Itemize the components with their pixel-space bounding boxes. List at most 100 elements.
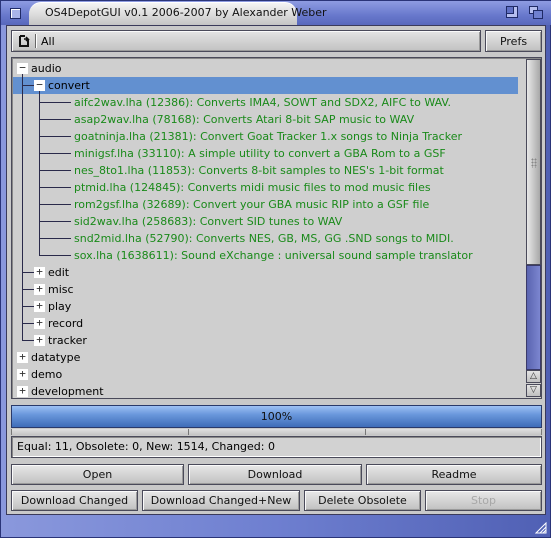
prefs-button[interactable]: Prefs <box>485 30 542 52</box>
tree-item-label: rom2gsf.lha (32689): Convert your GBA mu… <box>74 198 430 211</box>
tree-item-file[interactable]: goatninja.lha (21381): Convert Goat Trac… <box>13 128 518 145</box>
tree-item-label: edit <box>48 266 70 279</box>
scrollbar-knob[interactable] <box>526 59 541 265</box>
tree-connector <box>39 91 40 255</box>
tree-item-folder[interactable]: + edit <box>13 264 518 281</box>
window-title: OS4DepotGUI v0.1 2006-2007 by Alexander … <box>45 6 327 19</box>
scroll-up-arrow-icon[interactable]: △ <box>526 370 541 383</box>
tree-item-label: record <box>48 317 84 330</box>
cycle-icon <box>19 35 30 47</box>
tree-item-folder[interactable]: + demo <box>13 366 518 383</box>
tree-item-label: nes_8to1.lha (11853): Converts 8-bit sam… <box>74 164 444 177</box>
tree-item-folder[interactable]: + record <box>13 315 518 332</box>
tree-item-folder[interactable]: − convert <box>13 77 518 94</box>
tree-item-folder[interactable]: − audio <box>13 60 518 77</box>
tree-item-label: tracker <box>48 334 87 347</box>
tree-item-label: play <box>48 300 72 313</box>
depth-icon[interactable] <box>529 6 544 20</box>
open-button[interactable]: Open <box>11 464 184 485</box>
tree-item-label: aifc2wav.lha (12386): Converts IMA4, SOW… <box>74 96 452 109</box>
tree-connector <box>22 340 34 341</box>
app-window: OS4DepotGUI v0.1 2006-2007 by Alexander … <box>0 0 551 538</box>
tree-item-label: goatninja.lha (21381): Convert Goat Trac… <box>74 130 462 143</box>
category-cycle[interactable]: All <box>11 30 481 52</box>
tree-item-file[interactable]: minigsf.lha (33110): A simple utility to… <box>13 145 518 162</box>
tree-connector <box>39 136 71 137</box>
zoom-icon[interactable] <box>506 6 518 18</box>
progress-bar: 100% <box>11 405 542 428</box>
collapse-icon[interactable]: − <box>17 62 28 74</box>
scrollbar-track[interactable] <box>526 265 541 370</box>
tree-item-folder[interactable]: + datatype <box>13 349 518 366</box>
tree-item-folder[interactable]: + misc <box>13 281 518 298</box>
tree-connector <box>39 204 71 205</box>
cycle-separator <box>35 34 36 48</box>
progress-label: 100% <box>260 410 293 423</box>
tree-item-label: development <box>31 385 104 397</box>
tree-connector <box>22 272 34 273</box>
tree-item-file[interactable]: sid2wav.lha (258683): Convert SID tunes … <box>13 213 518 230</box>
grip-icon <box>531 158 537 168</box>
expand-icon[interactable]: + <box>17 368 28 380</box>
package-tree[interactable]: − audio − convert aifc2wav.lha (12386): Conv… <box>11 57 542 399</box>
tree-connector <box>39 238 71 239</box>
tree-connector <box>22 74 23 340</box>
scroll-down-arrow-icon[interactable]: ▽ <box>526 384 541 397</box>
resize-grip-icon[interactable] <box>535 522 547 534</box>
tree-connector <box>22 289 34 290</box>
tree-connector <box>39 221 71 222</box>
vertical-scrollbar[interactable]: △ ▽ <box>526 59 541 397</box>
tree-connector <box>39 102 71 103</box>
tree-connector <box>39 153 71 154</box>
tree-item-label: sid2wav.lha (258683): Convert SID tunes … <box>74 215 343 228</box>
expand-icon[interactable]: + <box>17 385 28 397</box>
tree-item-file[interactable]: ptmid.lha (124845): Converts midi music … <box>13 179 518 196</box>
expand-icon[interactable]: + <box>34 283 45 295</box>
tree-view[interactable]: − audio − convert aifc2wav.lha (12386): Conv… <box>13 59 525 397</box>
tree-item-file[interactable]: sox.lha (1638611): Sound eXchange : univ… <box>13 247 518 264</box>
main-panel: All Prefs − audio − convert aifc2wav.lha (12… <box>6 25 546 515</box>
download-changed-new-button[interactable]: Download Changed+New <box>142 490 300 511</box>
tree-item-file[interactable]: snd2mid.lha (52790): Converts NES, GB, M… <box>13 230 518 247</box>
tree-item-folder[interactable]: + tracker <box>13 332 518 349</box>
expand-icon[interactable]: + <box>34 266 45 278</box>
progress-ticks <box>11 429 542 435</box>
tree-item-label: asap2wav.lha (78168): Converts Atari 8-b… <box>74 113 415 126</box>
tree-item-file[interactable]: rom2gsf.lha (32689): Convert your GBA mu… <box>13 196 518 213</box>
download-changed-button[interactable]: Download Changed <box>11 490 138 511</box>
tree-item-label: audio <box>31 62 62 75</box>
tree-item-label: convert <box>48 79 90 92</box>
tree-item-folder[interactable]: + development <box>13 383 518 397</box>
tree-item-label: minigsf.lha (33110): A simple utility to… <box>74 147 446 160</box>
title-bar[interactable]: OS4DepotGUI v0.1 2006-2007 by Alexander … <box>1 1 551 25</box>
download-button[interactable]: Download <box>188 464 362 485</box>
expand-icon[interactable]: + <box>34 317 45 329</box>
expand-icon[interactable]: + <box>17 351 28 363</box>
expand-icon[interactable]: + <box>34 300 45 312</box>
tree-item-label: sox.lha (1638611): Sound eXchange : univ… <box>74 249 473 262</box>
delete-obsolete-button[interactable]: Delete Obsolete <box>304 490 421 511</box>
close-icon[interactable] <box>10 8 21 19</box>
stop-button: Stop <box>425 490 542 511</box>
tree-item-file[interactable]: asap2wav.lha (78168): Converts Atari 8-b… <box>13 111 518 128</box>
readme-button[interactable]: Readme <box>366 464 542 485</box>
tree-connector <box>22 306 34 307</box>
expand-icon[interactable]: + <box>34 334 45 346</box>
tree-item-folder[interactable]: + play <box>13 298 518 315</box>
tree-item-label: ptmid.lha (124845): Converts midi music … <box>74 181 431 194</box>
tree-item-label: datatype <box>31 351 81 364</box>
tree-connector <box>39 119 71 120</box>
tree-connector <box>39 255 71 256</box>
status-text: Equal: 11, Obsolete: 0, New: 1514, Chang… <box>11 436 542 458</box>
category-value: All <box>41 35 55 48</box>
tree-item-file[interactable]: nes_8to1.lha (11853): Converts 8-bit sam… <box>13 162 518 179</box>
tree-connector <box>39 170 71 171</box>
tree-connector <box>22 323 34 324</box>
tree-item-label: misc <box>48 283 74 296</box>
tree-item-label: demo <box>31 368 63 381</box>
tree-connector <box>39 187 71 188</box>
collapse-icon[interactable]: − <box>34 79 45 91</box>
tree-item-label: snd2mid.lha (52790): Converts NES, GB, M… <box>74 232 454 245</box>
tree-item-file[interactable]: aifc2wav.lha (12386): Converts IMA4, SOW… <box>13 94 518 111</box>
tree-connector <box>22 85 34 86</box>
